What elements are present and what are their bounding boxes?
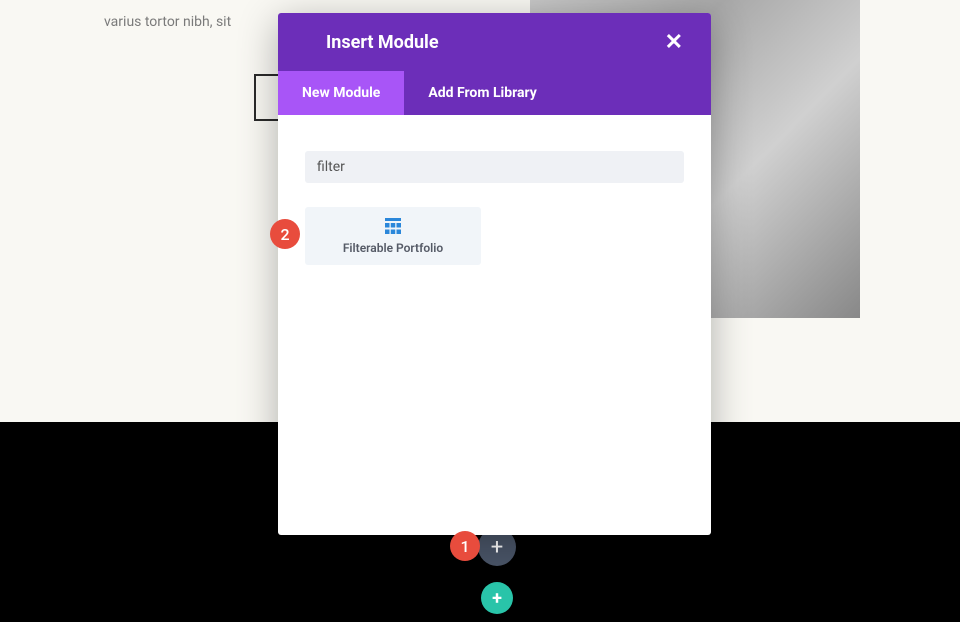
- module-filterable-portfolio[interactable]: Filterable Portfolio: [305, 207, 481, 265]
- close-icon[interactable]: ✕: [661, 27, 687, 57]
- module-label: Filterable Portfolio: [343, 241, 443, 255]
- modal-body: Filterable Portfolio: [278, 115, 711, 535]
- modal-header: Insert Module ✕: [278, 13, 711, 71]
- annotation-2: 2: [270, 219, 300, 249]
- search-input[interactable]: [305, 151, 684, 183]
- grid-icon: [385, 218, 401, 237]
- tab-new-module[interactable]: New Module: [278, 71, 404, 115]
- tab-add-from-library[interactable]: Add From Library: [404, 71, 560, 115]
- modal-title: Insert Module: [326, 32, 439, 53]
- page-body-text: varius tortor nibh, sit: [104, 14, 231, 30]
- modal-tabs: New Module Add From Library: [278, 71, 711, 115]
- annotation-1: 1: [450, 531, 480, 561]
- insert-module-modal: Insert Module ✕ New Module Add From Libr…: [278, 13, 711, 535]
- module-grid: Filterable Portfolio: [305, 207, 684, 265]
- add-section-button[interactable]: +: [481, 582, 513, 614]
